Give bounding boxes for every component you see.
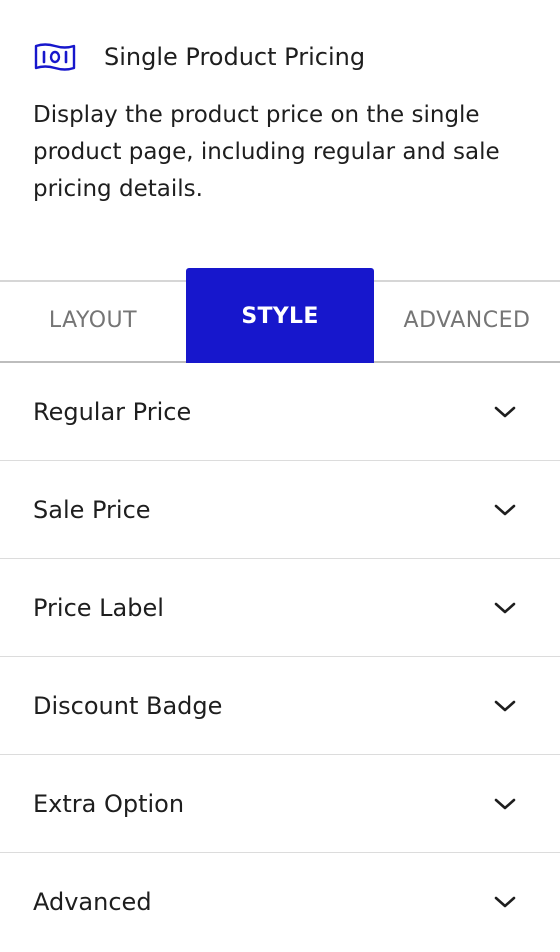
chevron-down-icon[interactable] (494, 797, 516, 811)
settings-tabs: LAYOUT STYLE ADVANCED (0, 268, 560, 363)
tab-layout[interactable]: LAYOUT (0, 280, 186, 361)
block-description: Display the product price on the single … (33, 102, 500, 202)
block-header: Single Product Pricing (33, 40, 365, 74)
chevron-down-icon[interactable] (494, 699, 516, 713)
section-label: Price Label (33, 593, 164, 622)
tab-advanced[interactable]: ADVANCED (374, 280, 560, 361)
section-label: Advanced (33, 887, 152, 916)
block-title: Single Product Pricing (104, 43, 366, 71)
chevron-down-icon[interactable] (494, 405, 516, 419)
section-label: Discount Badge (33, 691, 223, 720)
banknote-icon (33, 41, 77, 73)
section-regular-price[interactable]: Regular Price (0, 363, 560, 461)
section-label: Sale Price (33, 495, 151, 524)
chevron-down-icon[interactable] (494, 895, 516, 909)
section-discount-badge[interactable]: Discount Badge (0, 657, 560, 755)
chevron-down-icon[interactable] (494, 601, 516, 615)
chevron-down-icon[interactable] (494, 503, 516, 517)
tab-style[interactable]: STYLE (186, 268, 374, 363)
section-extra-option[interactable]: Extra Option (0, 755, 560, 853)
block-settings-panel: Single Product Pricing Display the produ… (0, 0, 560, 952)
section-sale-price[interactable]: Sale Price (0, 461, 560, 559)
section-label: Extra Option (33, 789, 185, 818)
style-sections: Regular Price Sale Price Price Label Dis… (0, 363, 560, 950)
section-price-label[interactable]: Price Label (0, 559, 560, 657)
section-label: Regular Price (33, 397, 192, 426)
section-advanced[interactable]: Advanced (0, 853, 560, 950)
